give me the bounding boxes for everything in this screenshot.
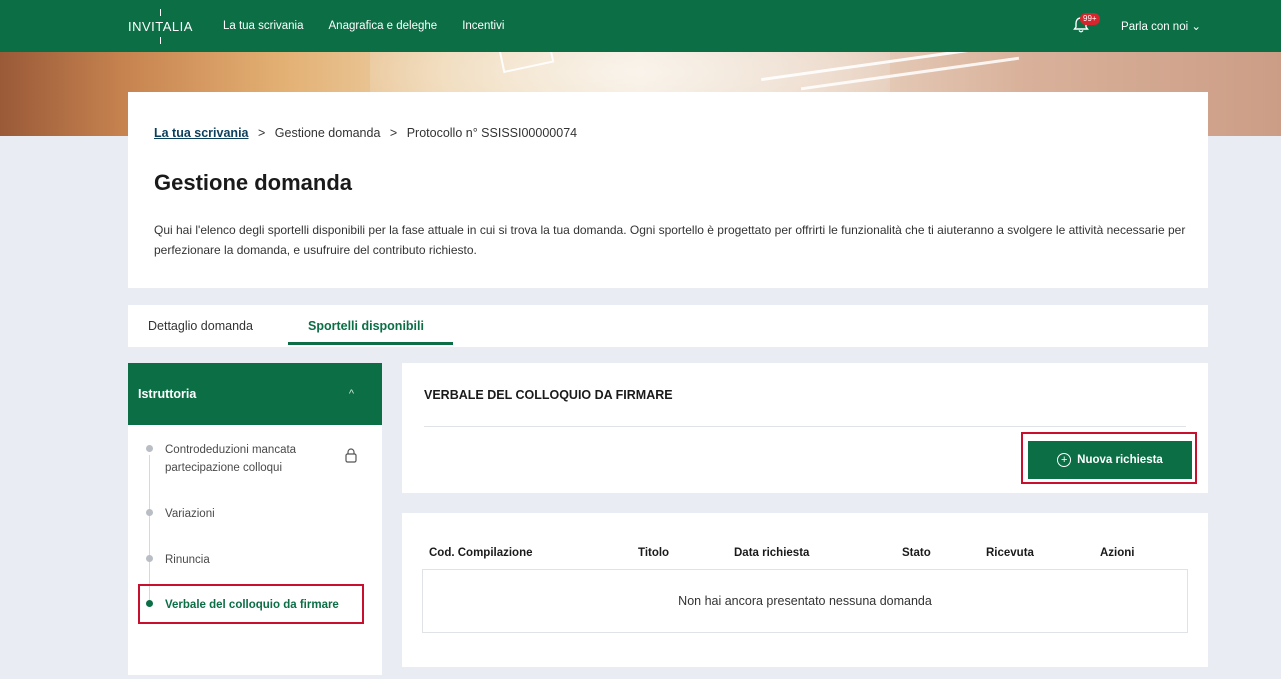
tab-dettaglio-domanda[interactable]: Dettaglio domanda (148, 319, 253, 333)
nav-item-anagrafica[interactable]: Anagrafica e deleghe (329, 20, 438, 32)
breadcrumb-separator: > (257, 126, 266, 140)
sidebar-item-variazioni[interactable]: Variazioni (146, 505, 215, 523)
column-header-titolo: Titolo (638, 547, 670, 559)
top-navbar: INVITALIA La tua scrivania Anagrafica e … (0, 0, 1281, 52)
column-header-azioni: Azioni (1100, 547, 1135, 559)
step-dot (146, 555, 153, 562)
step-dot (146, 509, 153, 516)
lock-icon (345, 448, 357, 463)
talk-to-us-menu[interactable]: Parla con noi ⌄ (1121, 19, 1201, 33)
nav-item-scrivania[interactable]: La tua scrivania (223, 20, 304, 32)
breadcrumb-item: Protocollo n° SSISSI00000074 (406, 126, 578, 140)
brand-logo[interactable]: INVITALIA (128, 8, 193, 44)
column-header-ricevuta: Ricevuta (986, 547, 1034, 559)
column-header-data-richiesta: Data richiesta (734, 547, 810, 559)
table-empty-state: Non hai ancora presentato nessuna domand… (422, 569, 1188, 633)
sidebar-item-controdeduzioni[interactable]: Controdeduzioni mancata partecipazione c… (146, 441, 336, 477)
column-header-stato: Stato (902, 547, 931, 559)
page-description: Qui hai l'elenco degli sportelli disponi… (154, 223, 1186, 257)
panel-title: VERBALE DEL COLLOQUIO DA FIRMARE (424, 388, 673, 402)
active-tab-indicator (288, 342, 453, 345)
chevron-up-icon: ^ (348, 388, 354, 400)
tab-bar: Dettaglio domanda Sportelli disponibili (128, 305, 1208, 347)
sidebar-item-label: Controdeduzioni mancata partecipazione c… (165, 444, 297, 474)
nav-item-incentivi[interactable]: Incentivi (462, 20, 504, 32)
breadcrumb: La tua scrivania > Gestione domanda > Pr… (154, 126, 577, 140)
highlight-box-sidebar-item (138, 584, 364, 624)
sidebar-item-rinuncia[interactable]: Rinuncia (146, 551, 210, 569)
tab-sportelli-disponibili[interactable]: Sportelli disponibili (308, 319, 424, 333)
requests-table-panel: Cod. Compilazione Titolo Data richiesta … (402, 513, 1208, 667)
sidebar-item-label: Rinuncia (165, 554, 210, 566)
notification-badge: 99+ (1080, 13, 1100, 25)
column-header-cod-compilazione: Cod. Compilazione (429, 547, 533, 559)
breadcrumb-home-link[interactable]: La tua scrivania (154, 126, 249, 140)
chevron-down-icon: ⌄ (1191, 21, 1201, 33)
page-header-card: La tua scrivania > Gestione domanda > Pr… (128, 92, 1208, 288)
steps-connector-line (149, 455, 150, 605)
sportelli-sidebar: Istruttoria ^ Controdeduzioni mancata pa… (128, 363, 382, 675)
talk-to-us-label: Parla con noi (1121, 21, 1189, 33)
sidebar-section-istruttoria[interactable]: Istruttoria ^ (128, 363, 382, 425)
breadcrumb-separator: > (389, 126, 398, 140)
sidebar-section-label: Istruttoria (138, 387, 197, 401)
breadcrumb-item: Gestione domanda (274, 126, 381, 140)
notifications-button[interactable]: 99+ (1071, 13, 1100, 37)
highlight-box-button (1021, 432, 1197, 484)
step-dot (146, 445, 153, 452)
sidebar-item-label: Variazioni (165, 508, 215, 520)
page-title: Gestione domanda (154, 170, 353, 195)
divider (424, 426, 1186, 427)
